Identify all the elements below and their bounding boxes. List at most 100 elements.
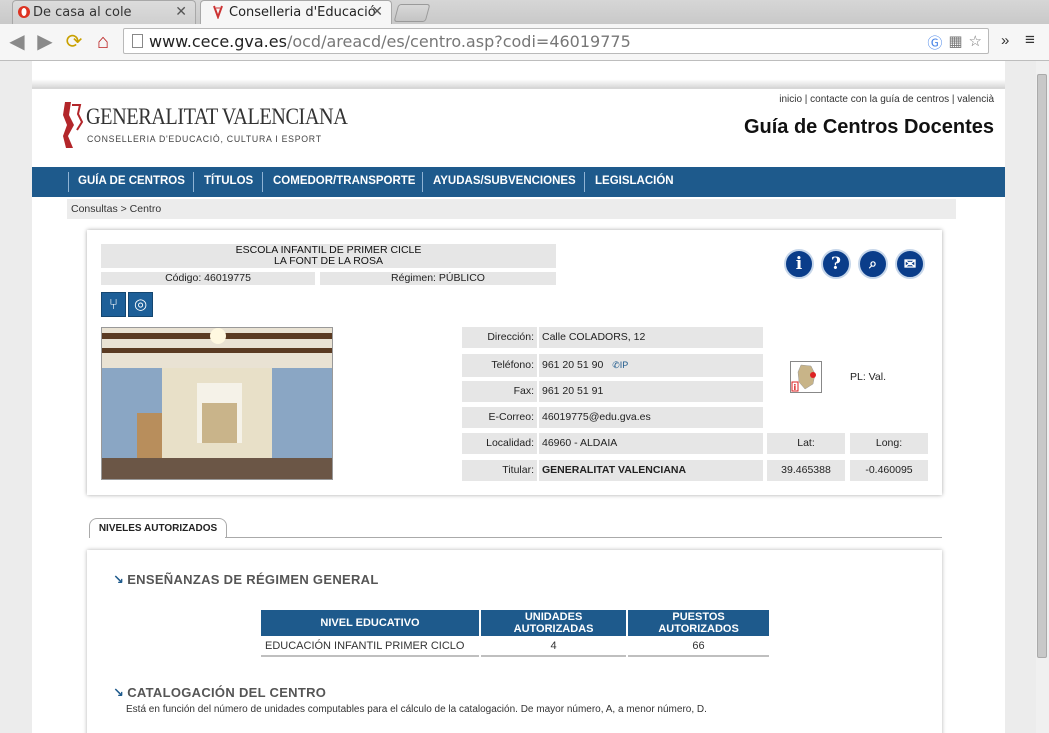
- url-path: /ocd/areacd/es/centro.asp?codi=46019775: [286, 32, 631, 51]
- home-icon[interactable]: ⌂: [92, 31, 114, 53]
- forward-icon[interactable]: ▶: [34, 31, 56, 53]
- fax-value: 961 20 51 91: [539, 381, 763, 402]
- menu-separator: [584, 172, 585, 192]
- back-icon[interactable]: ◀: [6, 31, 28, 53]
- new-tab-button[interactable]: [393, 4, 431, 22]
- logo-subtitle: CONSELLERIA D'EDUCACIÓ, CULTURA I ESPORT: [87, 134, 322, 145]
- column-header: NIVEL EDUCATIVO: [261, 610, 479, 636]
- catalogacion-description: Está en función del número de unidades c…: [126, 704, 707, 715]
- center-name: ESCOLA INFANTIL DE PRIMER CICLE LA FONT …: [101, 244, 556, 268]
- web-page: GENERALITAT VALENCIANA CONSELLERIA D'EDU…: [32, 61, 1005, 733]
- url-text[interactable]: www.cece.gva.es/ocd/areacd/es/centro.asp…: [149, 32, 631, 51]
- info-icon[interactable]: i: [784, 249, 814, 279]
- transport-icon[interactable]: ◎: [128, 292, 153, 317]
- voip-icon[interactable]: ✆IP: [612, 360, 628, 370]
- menu-separator: [193, 172, 194, 192]
- owner-label: Titular:: [462, 460, 537, 481]
- browser-tab-bar: De casa al cole ✕ Conselleria d'Educació…: [0, 0, 1049, 24]
- email-label: E-Correo:: [462, 407, 537, 428]
- menu-item-legislacion[interactable]: LEGISLACIÓN: [595, 175, 674, 187]
- menu-item-titulos[interactable]: TÍTULOS: [204, 175, 253, 187]
- lat-label: Lat:: [767, 433, 845, 454]
- locality-label: Localidad:: [462, 433, 537, 454]
- search-map-icon[interactable]: ⌕: [858, 249, 888, 279]
- tab-title: De casa al cole: [33, 5, 132, 20]
- logo-title: GENERALITAT VALENCIANA: [86, 104, 348, 129]
- regimen-general-heading: ↘ ENSEÑANZAS DE RÉGIMEN GENERAL: [113, 572, 379, 588]
- close-tab-icon[interactable]: ✕: [371, 4, 383, 20]
- menu-separator: [262, 172, 263, 192]
- browser-toolbar: ◀ ▶ ⟳ ⌂ www.cece.gva.es/ocd/areacd/es/ce…: [0, 24, 1049, 61]
- long-label: Long:: [850, 433, 928, 454]
- fax-label: Fax:: [462, 381, 537, 402]
- svg-text:i: i: [794, 383, 797, 392]
- locality-value: 46960 - ALDAIA: [539, 433, 763, 454]
- help-icon[interactable]: ?: [821, 249, 851, 279]
- main-menu: GUÍA DE CENTROS TÍTULOS COMEDOR/TRANSPOR…: [32, 167, 1005, 197]
- top-band: [32, 61, 1005, 89]
- top-links[interactable]: inicio | contacte con la guía de centros…: [779, 94, 994, 105]
- long-value: -0.460095: [850, 460, 928, 481]
- extensions-chevron-icon[interactable]: »: [1001, 32, 1009, 49]
- phone-label: Teléfono:: [462, 354, 537, 377]
- menu-item-ayudas[interactable]: AYUDAS/SUBVENCIONES: [433, 175, 576, 187]
- url-domain: www.cece.gva.es: [149, 32, 287, 51]
- gva-crest-icon: [63, 102, 84, 148]
- address-label: Dirección:: [462, 327, 537, 348]
- menu-separator: [68, 172, 69, 192]
- translate-icon[interactable]: ▦: [948, 32, 962, 53]
- address-bar[interactable]: www.cece.gva.es/ocd/areacd/es/centro.asp…: [123, 28, 989, 54]
- arrow-down-right-icon: ↘: [113, 572, 125, 587]
- reload-icon[interactable]: ⟳: [63, 31, 85, 53]
- close-tab-icon[interactable]: ✕: [175, 4, 187, 20]
- mail-icon[interactable]: ✉: [895, 249, 925, 279]
- center-card: ESCOLA INFANTIL DE PRIMER CICLE LA FONT …: [87, 230, 942, 495]
- bookmark-star-icon[interactable]: ☆: [969, 32, 982, 53]
- tab-title: Conselleria d'Educació: [229, 5, 376, 20]
- menu-item-guia[interactable]: GUÍA DE CENTROS: [78, 175, 185, 187]
- location-map-icon[interactable]: i: [790, 361, 822, 393]
- menu-item-comedor[interactable]: COMEDOR/TRANSPORTE: [273, 175, 415, 187]
- browser-tab[interactable]: De casa al cole ✕: [12, 0, 196, 24]
- column-header: UNIDADES AUTORIZADAS: [481, 610, 627, 636]
- photo-illustration: [102, 328, 332, 479]
- table-row: EDUCACIÓN INFANTIL PRIMER CICLO 4 66: [261, 637, 769, 657]
- voip-label: IP: [619, 360, 629, 370]
- tab-niveles-autorizados[interactable]: NIVELES AUTORIZADOS: [89, 518, 227, 538]
- niveles-section: ↘ ENSEÑANZAS DE RÉGIMEN GENERAL NIVEL EDU…: [87, 550, 942, 733]
- breadcrumb: Consultas > Centro: [67, 199, 956, 219]
- niveles-table: NIVEL EDUCATIVO UNIDADES AUTORIZADAS PUE…: [259, 609, 771, 658]
- tab-underline: [225, 537, 942, 538]
- page-icon: [132, 34, 143, 48]
- menu-icon[interactable]: ≡: [1025, 30, 1035, 50]
- phone-row: 961 20 51 90 ✆IP: [539, 354, 763, 377]
- center-regime: Régimen: PÚBLICO: [320, 272, 556, 285]
- regimen-general-title: ENSEÑANZAS DE RÉGIMEN GENERAL: [127, 572, 379, 587]
- browser-tab-active[interactable]: Conselleria d'Educació ✕: [200, 0, 392, 24]
- center-name-line2: LA FONT DE LA ROSA: [274, 255, 383, 267]
- site-title: Guía de Centros Docentes: [743, 116, 994, 138]
- column-header: PUESTOS AUTORIZADOS: [628, 610, 769, 636]
- menu-separator: [422, 172, 423, 192]
- opera-favicon-icon: [18, 6, 30, 18]
- center-photo: [101, 327, 333, 480]
- catalogacion-heading: ↘ CATALOGACIÓN DEL CENTRO: [113, 685, 326, 701]
- cutlery-icon[interactable]: ⑂: [101, 292, 126, 317]
- center-code: Código: 46019775: [101, 272, 315, 285]
- linguistic-program: PL: Val.: [850, 371, 886, 383]
- phone-value: 961 20 51 90: [542, 359, 604, 371]
- puestos-cell: 66: [628, 637, 769, 657]
- breadcrumb-text[interactable]: Consultas > Centro: [71, 203, 161, 215]
- gva-favicon-icon: [213, 5, 223, 19]
- email-value[interactable]: 46019775@edu.gva.es: [539, 407, 763, 428]
- arrow-down-right-icon: ↘: [113, 685, 125, 700]
- gva-logo[interactable]: GENERALITAT VALENCIANA CONSELLERIA D'EDU…: [62, 100, 348, 152]
- owner-value: GENERALITAT VALENCIANA: [539, 460, 763, 481]
- catalogacion-title: CATALOGACIÓN DEL CENTRO: [127, 685, 327, 700]
- lat-value: 39.465388: [767, 460, 845, 481]
- map-shape: i: [791, 364, 816, 392]
- google-icon[interactable]: Ⓖ: [927, 32, 942, 53]
- address-value: Calle COLADORS, 12: [539, 327, 763, 348]
- scrollbar-thumb[interactable]: [1037, 74, 1047, 658]
- nivel-cell: EDUCACIÓN INFANTIL PRIMER CICLO: [261, 637, 479, 657]
